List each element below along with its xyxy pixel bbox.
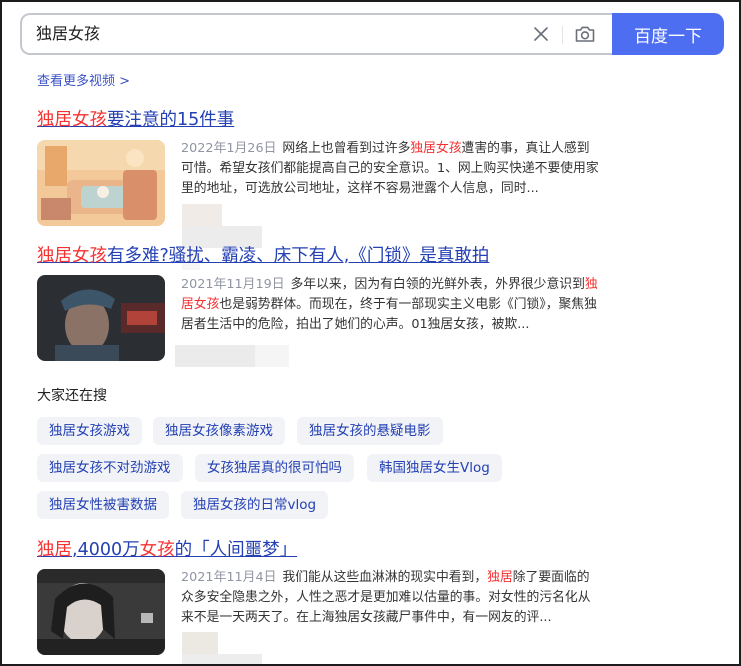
title-highlight: 独居女孩 (37, 246, 107, 266)
title-text: 要注意的15件事 (107, 110, 235, 130)
title-text: ,4000万 (72, 540, 140, 560)
result-title[interactable]: 独居女孩有多难?骚扰、霸凌、床下有人,《门锁》是真敢拍 (37, 245, 489, 267)
source-info-blurred (182, 204, 262, 270)
snippet-text: 也是弱势群体。而现在，终于有一部现实主义电影《门锁》，聚焦独居者生活中的危险，拍… (181, 297, 597, 332)
title-text: 有多难?骚扰、霸凌、床下有人,《门锁》是真敢拍 (107, 246, 490, 266)
related-searches-title: 大家还在搜 (37, 388, 107, 404)
result-snippet: 2022年1月26日 网络上也曾看到过许多独居女孩遭害的事，真让人感到可惜。希望女… (181, 139, 601, 199)
snippet-text: 我们能从这些血淋淋的现实中看到， (282, 570, 488, 585)
search-box (20, 13, 618, 55)
title-text: 的「人间噩梦」 (174, 540, 298, 560)
snippet-text: 多年以来，因为有白领的光鲜外表，外界很少意识到 (290, 277, 585, 292)
related-search-chip[interactable]: 独居女孩像素游戏 (153, 417, 285, 445)
more-videos-link[interactable]: 查看更多视频 > (37, 70, 130, 89)
movie-still-image (37, 275, 165, 361)
browser-frame: 百度一下 查看更多视频 > 独居女孩要注意的15件事 2022年1月26日网络上… (0, 0, 741, 666)
result-item: 独居女孩有多难?骚扰、霸凌、床下有人,《门锁》是真敢拍 2021年11月19日多… (37, 245, 598, 367)
search-button[interactable]: 百度一下 (612, 13, 724, 55)
related-search-chip[interactable]: 独居女孩的日常vlog (181, 491, 329, 519)
title-highlight: 女孩 (139, 540, 175, 560)
result-date: 2021年11月4日 (181, 570, 277, 585)
result-snippet: 2021年11月4日 我们能从这些血淋淋的现实中看到，独居除了要面临的众多安全隐患… (181, 568, 601, 628)
related-search-chip[interactable]: 女孩独居真的很可怕吗 (195, 454, 354, 482)
divider (562, 26, 563, 44)
camera-icon[interactable] (574, 24, 596, 44)
result-title[interactable]: 独居,4000万女孩的「人间噩梦」 (37, 539, 297, 561)
related-search-chip[interactable]: 韩国独居女生Vlog (367, 454, 502, 482)
result-thumbnail[interactable] (37, 275, 165, 361)
source-info-blurred (175, 345, 289, 367)
related-search-chip[interactable]: 独居女孩的悬疑电影 (297, 417, 443, 445)
result-date: 2022年1月26日 (181, 141, 277, 156)
result-item: 独居,4000万女孩的「人间噩梦」 2021年11月4日 我们能从这些血淋淋的现实… (37, 539, 591, 664)
result-title[interactable]: 独居女孩要注意的15件事 (37, 109, 234, 131)
video-still-image (37, 569, 165, 655)
result-snippet: 2021年11月19日 多年以来，因为有白领的光鲜外表，外界很少意识到独居女孩也是… (181, 275, 601, 335)
result-thumbnail[interactable] (37, 569, 165, 655)
illustration-image (37, 140, 165, 226)
result-item: 独居女孩要注意的15件事 2022年1月26日 网络上也曾看到过许多独居女孩遭害的… (37, 109, 599, 270)
search-bar: 百度一下 (20, 13, 726, 55)
related-search-chip[interactable]: 独居女性被害数据 (37, 491, 169, 519)
snippet-highlight: 独居 (487, 570, 513, 585)
related-search-chip[interactable]: 独居女孩不对劲游戏 (37, 454, 183, 482)
source-info-blurred (182, 632, 297, 664)
title-highlight: 独居 (37, 540, 72, 560)
result-thumbnail[interactable] (37, 140, 165, 226)
snippet-highlight: 独居女孩 (410, 141, 462, 156)
snippet-text: 网络上也曾看到过许多 (282, 141, 411, 156)
result-date: 2021年11月19日 (181, 277, 285, 292)
search-input[interactable] (36, 15, 516, 53)
title-highlight: 独居女孩 (37, 110, 107, 130)
close-icon[interactable] (532, 25, 550, 43)
related-search-chip[interactable]: 独居女孩游戏 (37, 417, 142, 445)
